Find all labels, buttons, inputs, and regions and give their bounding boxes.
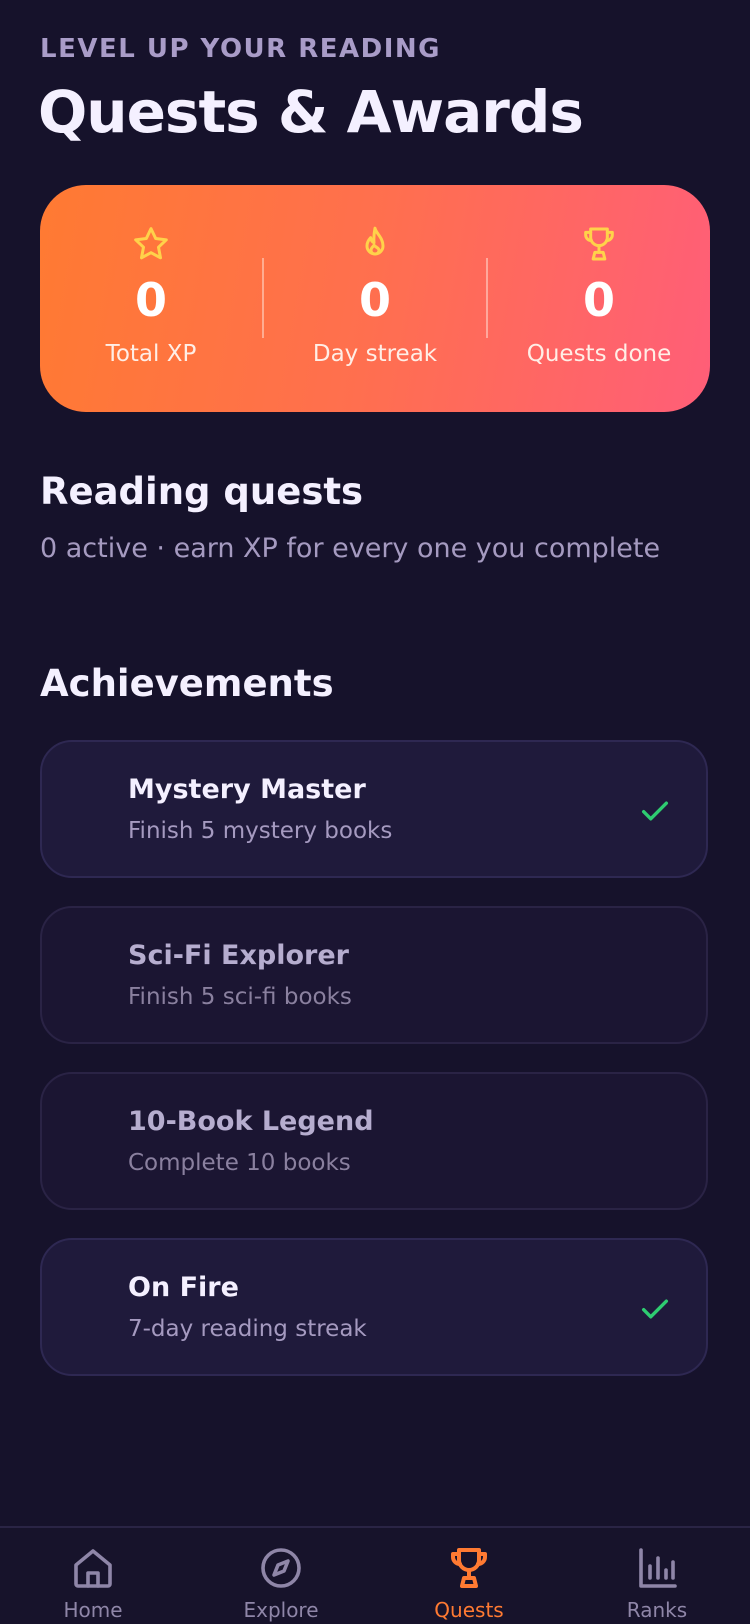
page-eyebrow: LEVEL UP YOUR READING — [40, 34, 441, 64]
star-icon — [131, 224, 171, 264]
trophy-icon — [445, 1544, 493, 1592]
compass-icon — [257, 1544, 305, 1592]
achievements-section-title: Achievements — [40, 662, 334, 705]
tab-explore[interactable]: Explore — [211, 1528, 351, 1624]
stat-label: Total XP — [105, 341, 197, 367]
page-title: Quests & Awards — [38, 78, 584, 146]
stat-value: 0 — [582, 273, 615, 327]
bar-chart-icon — [633, 1544, 681, 1592]
tab-quests[interactable]: Quests — [399, 1528, 539, 1624]
tab-label: Quests — [434, 1598, 504, 1622]
achievement-title: On Fire — [128, 1272, 239, 1303]
achievement-card-sci-fi-explorer[interactable]: Sci-Fi Explorer Finish 5 sci-fi books — [40, 906, 708, 1044]
check-icon — [638, 794, 672, 828]
stat-label: Day streak — [312, 341, 438, 367]
stat-day-streak: 0 Day streak — [264, 185, 486, 412]
stats-card: 0 Total XP 0 Day streak 0 Quests done — [40, 185, 710, 412]
stat-quests-done: 0 Quests done — [488, 185, 710, 412]
tab-home[interactable]: Home — [23, 1528, 163, 1624]
achievement-description: Finish 5 mystery books — [128, 818, 393, 844]
stat-total-xp: 0 Total XP — [40, 185, 262, 412]
achievement-description: Finish 5 sci-fi books — [128, 984, 352, 1010]
flame-icon — [355, 224, 395, 264]
achievement-description: 7-day reading streak — [128, 1316, 367, 1342]
achievement-title: Mystery Master — [128, 774, 366, 805]
quests-section-subtitle: 0 active · earn XP for every one you com… — [40, 533, 661, 564]
achievement-card-10-book-legend[interactable]: 10-Book Legend Complete 10 books — [40, 1072, 708, 1210]
stat-label: Quests done — [526, 341, 672, 367]
achievement-title: 10-Book Legend — [128, 1106, 374, 1137]
quests-section-title: Reading quests — [40, 470, 364, 513]
trophy-icon — [579, 224, 619, 264]
bottom-tab-bar: Home Explore Quests Ranks — [0, 1526, 750, 1624]
tab-label: Ranks — [626, 1598, 688, 1622]
achievement-title: Sci-Fi Explorer — [128, 940, 349, 971]
tab-label: Home — [63, 1598, 123, 1622]
home-icon — [69, 1544, 117, 1592]
achievement-description: Complete 10 books — [128, 1150, 351, 1176]
achievement-card-mystery-master[interactable]: Mystery Master Finish 5 mystery books — [40, 740, 708, 878]
tab-label: Explore — [243, 1598, 319, 1622]
check-icon — [638, 1292, 672, 1326]
achievement-card-on-fire[interactable]: On Fire 7-day reading streak — [40, 1238, 708, 1376]
stat-value: 0 — [358, 273, 391, 327]
stat-value: 0 — [134, 273, 167, 327]
tab-ranks[interactable]: Ranks — [587, 1528, 727, 1624]
